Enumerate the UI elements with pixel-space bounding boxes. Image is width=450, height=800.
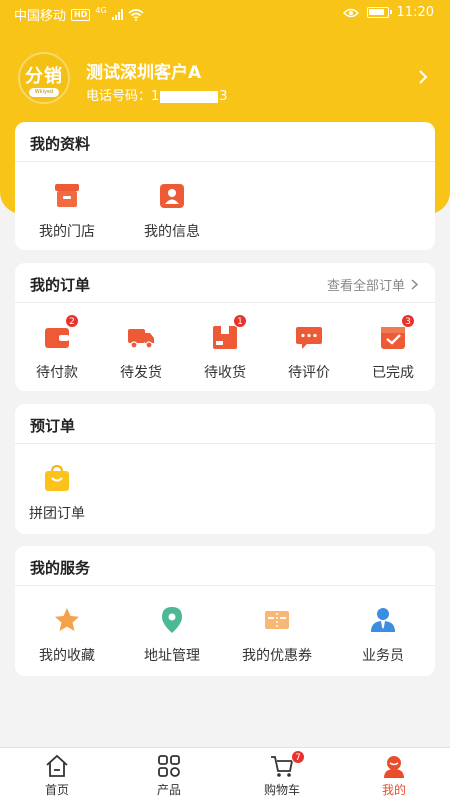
battery-icon	[366, 7, 392, 18]
completed-badge: 3	[401, 314, 415, 328]
chevron-right-icon	[411, 279, 419, 290]
comment-icon	[294, 322, 324, 352]
location-pin-icon	[157, 605, 187, 635]
my-info-label: 我的信息	[144, 224, 200, 240]
my-orders-title: 我的订单	[30, 276, 91, 294]
my-info-button[interactable]: 我的信息	[130, 181, 214, 241]
phone-redaction	[160, 90, 219, 103]
wallet-icon: 2	[42, 314, 79, 352]
user-icon	[381, 753, 407, 779]
eye-icon	[342, 8, 359, 17]
coupon-icon	[262, 605, 292, 635]
address-management-label: 地址管理	[144, 648, 200, 664]
user-phone: 电话号码：1 3	[86, 85, 228, 104]
my-store-label: 我的门店	[39, 224, 95, 240]
avatar: 分销 Wkiyed	[18, 52, 70, 104]
pending-receipt-button[interactable]: 1 待收货	[183, 314, 267, 382]
my-coupons-label: 我的优惠券	[242, 648, 312, 664]
my-services-title: 我的服务	[30, 559, 91, 577]
grid-icon	[156, 753, 182, 779]
avatar-logo-text: 分销	[25, 66, 63, 87]
my-info-title: 我的资料	[30, 135, 91, 153]
network-type: 4G	[95, 6, 107, 15]
my-info-header: 我的资料	[15, 122, 435, 162]
package-icon: 1	[210, 314, 247, 352]
tab-home[interactable]: 首页	[27, 753, 87, 798]
profile-header[interactable]: 分销 Wkiyed 测试深圳客户A 电话号码：1 3	[18, 52, 432, 112]
tab-mine-label: 我的	[381, 783, 406, 797]
my-favorites-button[interactable]: 我的收藏	[25, 605, 109, 665]
bottom-tab-bar: 首页 产品 7 购物车 我的	[0, 747, 450, 800]
group-buy-orders-button[interactable]: 拼团订单	[15, 463, 99, 523]
status-bar: 中国移动 HD 4G 11:20	[0, 0, 450, 28]
store-icon	[52, 181, 82, 211]
avatar-logo-sub: Wkiyed	[29, 88, 59, 97]
my-favorites-label: 我的收藏	[39, 648, 95, 664]
my-store-button[interactable]: 我的门店	[25, 181, 109, 241]
my-services-header: 我的服务	[15, 546, 435, 586]
tab-home-label: 首页	[44, 783, 69, 797]
wifi-icon	[128, 8, 144, 21]
my-orders-card: 我的订单 查看全部订单 2 待付款 待发货 1 待收货 待评价 3 已完成	[15, 263, 435, 391]
cart-icon: 7	[269, 750, 305, 779]
pending-receipt-badge: 1	[233, 314, 247, 328]
view-all-orders-label: 查看全部订单	[326, 279, 405, 294]
salesperson-icon	[368, 605, 398, 635]
truck-icon	[126, 322, 156, 352]
star-icon	[52, 605, 82, 635]
user-name: 测试深圳客户A	[86, 63, 202, 83]
my-info-card: 我的资料 我的门店 我的信息	[15, 122, 435, 250]
view-all-orders-link[interactable]: 查看全部订单	[327, 275, 419, 294]
clock: 11:20	[396, 5, 434, 20]
salesperson-button[interactable]: 业务员	[341, 605, 425, 665]
pending-shipment-label: 待发货	[120, 365, 162, 381]
pending-shipment-button[interactable]: 待发货	[99, 322, 183, 382]
pending-payment-button[interactable]: 2 待付款	[15, 314, 99, 382]
pending-receipt-label: 待收货	[204, 365, 246, 381]
chevron-right-icon	[419, 70, 428, 84]
pending-review-button[interactable]: 待评价	[267, 322, 351, 382]
pending-payment-badge: 2	[65, 314, 79, 328]
pending-review-label: 待评价	[288, 365, 330, 381]
phone-suffix: 3	[219, 89, 228, 104]
signal-icon	[111, 9, 123, 20]
pending-payment-label: 待付款	[36, 365, 78, 381]
cart-badge: 7	[291, 750, 305, 764]
tab-products-label: 产品	[156, 783, 181, 797]
tab-mine[interactable]: 我的	[364, 753, 424, 798]
pre-order-title: 预订单	[30, 417, 76, 435]
pre-order-card: 预订单 拼团订单	[15, 404, 435, 534]
group-buy-orders-label: 拼团订单	[29, 506, 85, 522]
my-orders-header: 我的订单 查看全部订单	[15, 263, 435, 303]
shopping-bag-icon	[42, 463, 72, 493]
salesperson-label: 业务员	[362, 648, 404, 664]
my-coupons-button[interactable]: 我的优惠券	[235, 605, 319, 665]
completed-button[interactable]: 3 已完成	[351, 314, 435, 382]
my-services-card: 我的服务 我的收藏 地址管理 我的优惠券 业务员	[15, 546, 435, 676]
person-card-icon	[157, 181, 187, 211]
phone-prefix: 电话号码：1	[86, 89, 160, 104]
tab-cart-label: 购物车	[263, 783, 300, 797]
address-management-button[interactable]: 地址管理	[130, 605, 214, 665]
completed-label: 已完成	[372, 365, 414, 381]
pre-order-header: 预订单	[15, 404, 435, 444]
carrier-label: 中国移动	[14, 9, 67, 24]
tab-cart[interactable]: 7 购物车	[252, 750, 312, 798]
home-icon	[44, 753, 70, 779]
box-check-icon: 3	[378, 314, 415, 352]
tab-products[interactable]: 产品	[139, 753, 199, 798]
hd-badge: HD	[71, 8, 91, 21]
